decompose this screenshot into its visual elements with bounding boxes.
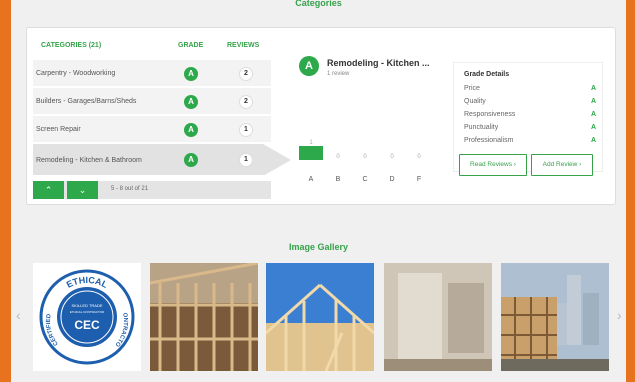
image-gallery: ‹ › ETHICAL CERTIFIED CONTRACTOR SKILLED…: [11, 255, 626, 382]
categories-section-title: Categories: [295, 0, 342, 8]
category-name: Builders - Garages/Barns/Sheds: [36, 98, 137, 105]
grade-bar-a: 1: [299, 140, 323, 160]
category-row-selected[interactable]: Remodeling - Kitchen & Bathroom A 1: [33, 144, 291, 176]
grade-detail-row: Responsiveness A: [464, 111, 596, 118]
category-row[interactable]: Screen Repair A 1: [33, 116, 271, 143]
grade-detail-row: Price A: [464, 85, 596, 92]
grade-bar-b: 0: [326, 154, 350, 160]
reviews-header: REVIEWS: [227, 42, 260, 49]
grade-bar-fill: [299, 146, 323, 160]
category-row[interactable]: Builders - Garages/Barns/Sheds A 2: [33, 88, 271, 115]
grade-detail-row: Quality A: [464, 98, 596, 105]
framing-sky-image[interactable]: [266, 263, 374, 371]
detail-title: Remodeling - Kitchen ...: [327, 58, 430, 68]
pager: ⌃ ⌄ 5 - 8 out of 21: [33, 181, 271, 199]
grade-detail-value: A: [590, 98, 596, 105]
category-name: Screen Repair: [36, 126, 81, 133]
grade-detail-value: A: [590, 124, 596, 131]
review-count-badge: 1: [239, 153, 253, 167]
categories-header: CATEGORIES (21): [41, 42, 102, 49]
pager-text: 5 - 8 out of 21: [111, 186, 149, 192]
review-count-badge: 2: [239, 95, 253, 109]
gallery-next-arrow[interactable]: ›: [617, 307, 622, 323]
page-up-button[interactable]: ⌃: [33, 181, 64, 199]
grade-bar-letter: F: [416, 176, 422, 183]
category-name: Remodeling - Kitchen & Bathroom: [36, 156, 142, 164]
grade-details-title: Grade Details: [464, 71, 510, 78]
grade-detail-label: Responsiveness: [464, 111, 516, 118]
wood-frame-house-image[interactable]: [150, 263, 258, 371]
categories-card: CATEGORIES (21) GRADE REVIEWS Carpentry …: [26, 27, 616, 205]
category-name: Carpentry - Woodworking: [36, 70, 116, 77]
review-count-badge: 2: [239, 67, 253, 81]
category-row[interactable]: Carpentry - Woodworking A 2: [33, 60, 271, 87]
grade-detail-value: A: [590, 137, 596, 144]
grade-bar-letter: B: [335, 176, 341, 183]
grade-detail-label: Price: [464, 85, 480, 92]
grade-badge: A: [184, 153, 198, 167]
grade-detail-label: Punctuality: [464, 124, 499, 131]
cec-seal-image[interactable]: ETHICAL CERTIFIED CONTRACTOR SKILLED TRA…: [33, 263, 141, 371]
grade-bar-count: 0: [390, 154, 394, 160]
drywall-interior-image[interactable]: [384, 263, 492, 371]
grade-bar-f: 0: [407, 154, 431, 160]
grade-bar-count: 0: [363, 154, 367, 160]
grade-detail-label: Professionalism: [464, 137, 514, 144]
gallery-section-title: Image Gallery: [288, 242, 349, 252]
grade-bar-count: 0: [336, 154, 340, 160]
grade-badge: A: [184, 67, 198, 81]
grade-detail-row: Punctuality A: [464, 124, 596, 131]
detail-review-count: 1 review: [327, 71, 350, 77]
seal-code: CEC: [74, 318, 100, 332]
seal-inner-line1: SKILLED TRADE: [71, 303, 102, 308]
grade-bar-d: 0: [380, 154, 404, 160]
overall-grade-badge: A: [299, 56, 319, 76]
read-reviews-button[interactable]: Read Reviews ›: [459, 154, 527, 176]
grade-detail-value: A: [590, 111, 596, 118]
grade-distribution-chart: 1 0 0 0 0: [299, 126, 439, 160]
add-review-button[interactable]: Add Review ›: [531, 154, 593, 176]
grade-bar-letter: A: [308, 176, 314, 183]
page-down-button[interactable]: ⌄: [67, 181, 98, 199]
city-construction-image[interactable]: [501, 263, 609, 371]
grade-badge: A: [184, 123, 198, 137]
grade-bar-letter: C: [362, 176, 368, 183]
review-count-badge: 1: [239, 123, 253, 137]
grade-bar-c: 0: [353, 154, 377, 160]
seal-inner-line2: ETHICAL CONTRACTOR: [70, 310, 105, 314]
grade-header: GRADE: [178, 42, 204, 49]
page-frame: Categories CATEGORIES (21) GRADE REVIEWS…: [11, 0, 626, 382]
grade-detail-label: Quality: [464, 98, 486, 105]
grade-detail-value: A: [590, 85, 596, 92]
grade-detail-row: Professionalism A: [464, 137, 596, 144]
grade-bar-letter: D: [389, 176, 395, 183]
grade-badge: A: [184, 95, 198, 109]
gallery-prev-arrow[interactable]: ‹: [16, 307, 21, 323]
grade-bar-count: 0: [417, 154, 421, 160]
table-header: CATEGORIES (21) GRADE REVIEWS: [35, 38, 285, 58]
